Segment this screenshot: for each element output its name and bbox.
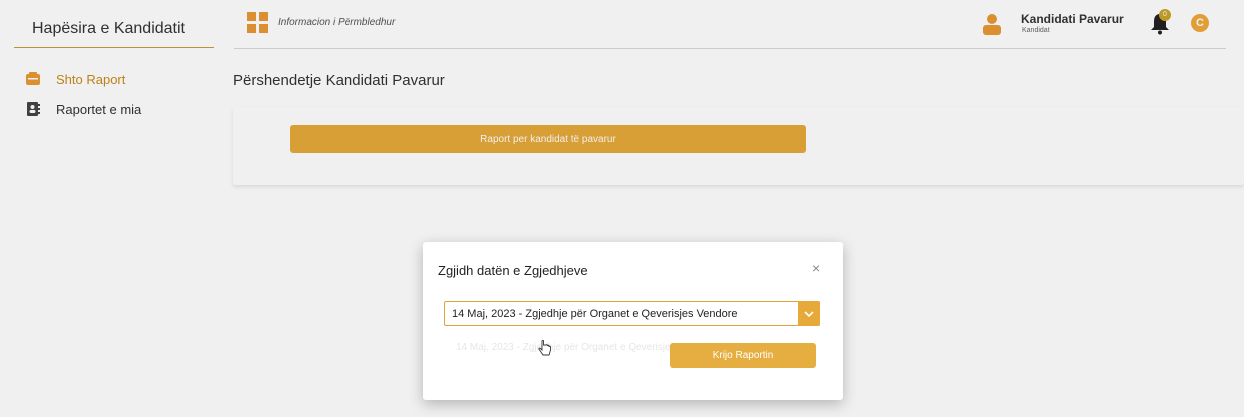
dropdown-option-ghost[interactable]: 14 Maj, 2023 - Zgjedhje për Organet e Qe… xyxy=(444,335,694,359)
close-icon[interactable]: × xyxy=(812,260,820,276)
modal-title: Zgjidh datën e Zgjedhjeve xyxy=(438,263,588,278)
election-date-select[interactable]: 14 Maj, 2023 - Zgjedhje për Organet e Qe… xyxy=(444,301,820,326)
hand-cursor-icon xyxy=(538,339,552,358)
chevron-down-icon[interactable] xyxy=(798,301,820,326)
select-election-date-modal: Zgjidh datën e Zgjedhjeve × 14 Maj, 2023… xyxy=(423,242,843,400)
create-report-button[interactable]: Krijo Raportin xyxy=(670,343,816,368)
selected-election-date: 14 Maj, 2023 - Zgjedhje për Organet e Qe… xyxy=(452,307,738,320)
